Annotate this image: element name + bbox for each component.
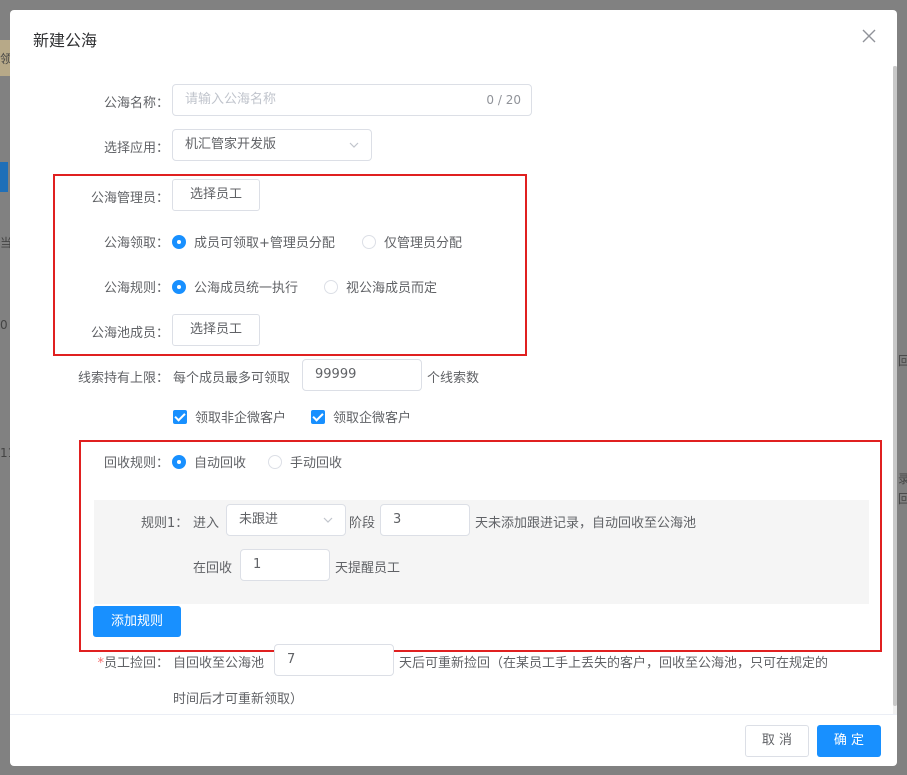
recycle-rule-label: 回收规则：	[103, 456, 169, 471]
rule-1-enter-text: 进入	[193, 516, 220, 531]
pool-members-label: 公海池成员：	[90, 326, 169, 341]
background-text: 回	[898, 354, 907, 368]
lead-limit-value: 99999	[315, 367, 357, 382]
remind-suffix: 天提醒员工	[335, 561, 401, 576]
app-select[interactable]: 机汇管家开发版	[172, 129, 372, 161]
recycle-days-input[interactable]: 3	[380, 504, 470, 536]
chevron-down-icon	[349, 142, 359, 148]
lead-limit-label: 线索持有上限：	[77, 371, 169, 386]
pickup-label-text: 员工捡回：	[103, 656, 169, 671]
recycle-option-auto[interactable]: 自动回收	[172, 452, 246, 471]
radio-unselected-icon	[268, 454, 282, 469]
checkbox-checked-icon	[173, 409, 187, 424]
pickup-label: *员工捡回：	[97, 652, 169, 671]
claim-option-member-admin[interactable]: 成员可领取+管理员分配	[172, 232, 335, 251]
select-members-button[interactable]: 选择员工	[172, 314, 260, 346]
recycle-option-manual[interactable]: 手动回收	[268, 452, 342, 471]
pickup-prefix: 自回收至公海池	[173, 656, 265, 671]
pickup-suffix-line2: 时间后才可重新领取）	[173, 692, 304, 707]
radio-selected-icon	[172, 454, 186, 469]
rule-1-label: 规则1：	[141, 516, 189, 531]
create-pool-dialog: 新建公海 公海名称： 请输入公海名称 0 / 20 选择应用： 机汇管家开发版 …	[10, 10, 897, 766]
pool-rule-label: 公海规则：	[103, 281, 169, 296]
radio-unselected-icon	[324, 279, 338, 294]
stage-select-value: 未跟进	[239, 512, 279, 527]
rule-option-label: 公海成员统一执行	[194, 281, 299, 296]
checkbox-label: 领取企微客户	[333, 411, 412, 426]
remind-prefix: 在回收	[193, 561, 233, 576]
lead-limit-prefix: 每个成员最多可领取	[173, 371, 291, 386]
dialog-title: 新建公海	[33, 31, 98, 50]
radio-selected-icon	[172, 234, 186, 249]
checkbox-non-wecom-customer[interactable]: 领取非企微客户	[173, 407, 286, 426]
background-blue-button	[0, 162, 8, 192]
close-icon[interactable]	[861, 28, 877, 44]
pickup-days-value: 7	[287, 652, 296, 667]
recycle-days-value: 3	[393, 512, 402, 527]
remind-days-input[interactable]: 1	[240, 549, 330, 581]
claim-option-label: 仅管理员分配	[384, 236, 463, 251]
stage-select[interactable]: 未跟进	[226, 504, 346, 536]
lead-limit-suffix: 个线索数	[427, 371, 480, 386]
checkbox-label: 领取非企微客户	[195, 411, 287, 426]
claim-option-label: 成员可领取+管理员分配	[194, 236, 335, 251]
select-admin-button[interactable]: 选择员工	[172, 179, 260, 211]
pool-admin-label: 公海管理员：	[90, 191, 169, 206]
dialog-footer: 取 消 确 定	[10, 714, 897, 766]
pool-name-label: 公海名称：	[103, 96, 169, 111]
recycle-option-label: 自动回收	[194, 456, 247, 471]
recycle-days-suffix: 天未添加跟进记录，自动回收至公海池	[475, 516, 697, 531]
background-text: 0	[0, 318, 8, 332]
rule-1-stage-label: 阶段	[349, 516, 376, 531]
pool-claim-label: 公海领取：	[103, 236, 169, 251]
app-select-value: 机汇管家开发版	[185, 137, 277, 152]
pickup-suffix: 天后可重新捡回（在某员工手上丢失的客户，回收至公海池，只可在规定的	[399, 656, 829, 671]
cancel-button[interactable]: 取 消	[745, 725, 809, 757]
radio-selected-icon	[172, 279, 186, 294]
chevron-down-icon	[323, 517, 333, 523]
scrollbar-thumb[interactable]	[893, 66, 897, 706]
checkbox-wecom-customer[interactable]: 领取企微客户	[311, 407, 411, 426]
background-text: 回	[898, 492, 907, 506]
char-counter: 0 / 20	[486, 93, 521, 107]
dialog-body: 公海名称： 请输入公海名称 0 / 20 选择应用： 机汇管家开发版 公海管理员…	[10, 66, 897, 714]
rule-option-unified[interactable]: 公海成员统一执行	[172, 277, 298, 296]
lead-limit-input[interactable]: 99999	[302, 359, 422, 391]
confirm-button[interactable]: 确 定	[817, 725, 881, 757]
rule-option-label: 视公海成员而定	[346, 281, 438, 296]
dialog-scrollbar[interactable]	[893, 66, 897, 714]
dialog-header: 新建公海	[10, 10, 897, 66]
pool-name-input[interactable]: 请输入公海名称 0 / 20	[172, 84, 532, 116]
remind-days-value: 1	[253, 557, 262, 572]
radio-unselected-icon	[362, 234, 376, 249]
pickup-days-input[interactable]: 7	[274, 644, 394, 676]
recycle-option-label: 手动回收	[290, 456, 343, 471]
pool-name-placeholder: 请输入公海名称	[185, 92, 277, 107]
background-text: 录	[898, 472, 907, 486]
checkbox-checked-icon	[311, 409, 325, 424]
claim-option-admin-only[interactable]: 仅管理员分配	[362, 232, 462, 251]
rule-option-per-member[interactable]: 视公海成员而定	[324, 277, 437, 296]
add-rule-button[interactable]: 添加规则	[93, 606, 181, 637]
app-select-label: 选择应用：	[103, 141, 169, 156]
